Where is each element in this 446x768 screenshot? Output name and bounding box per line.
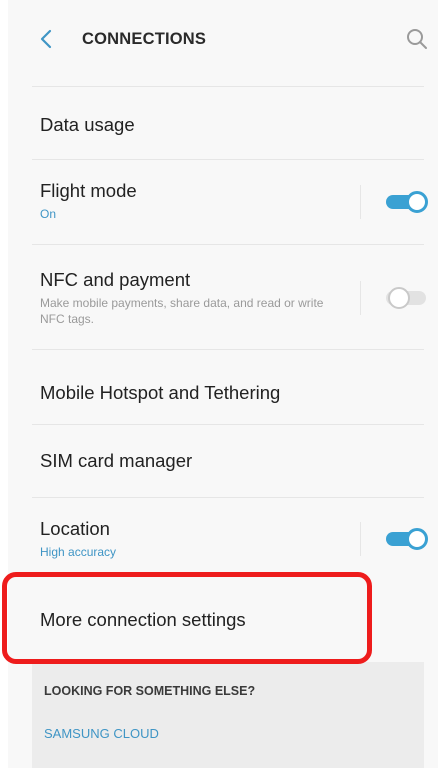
mobile-hotspot-item[interactable]: Mobile Hotspot and Tethering <box>8 350 438 424</box>
data-usage-label: Data usage <box>40 114 135 135</box>
more-connection-settings-label: More connection settings <box>40 609 246 630</box>
app-bar: CONNECTIONS <box>8 0 438 86</box>
search-icon[interactable] <box>404 26 430 52</box>
footer-heading: LOOKING FOR SOMETHING ELSE? <box>44 684 256 698</box>
toggle-knob <box>388 287 410 309</box>
nfc-payment-description: Make mobile payments, share data, and re… <box>40 296 324 326</box>
connections-screen: CONNECTIONS Data usage Flight mode On NF… <box>8 0 438 768</box>
vertical-separator <box>360 281 361 315</box>
toggle-knob <box>406 528 428 550</box>
flight-mode-item[interactable]: Flight mode On <box>8 160 438 244</box>
sim-card-manager-item[interactable]: SIM card manager <box>8 425 438 497</box>
samsung-cloud-link[interactable]: SAMSUNG CLOUD <box>44 726 159 741</box>
page-title: CONNECTIONS <box>82 30 207 48</box>
nfc-payment-label: NFC and payment <box>40 269 191 290</box>
flight-mode-toggle[interactable] <box>382 191 428 213</box>
sim-card-manager-label: SIM card manager <box>40 450 193 471</box>
nfc-payment-toggle[interactable] <box>382 287 428 309</box>
more-connection-settings-item[interactable]: More connection settings <box>8 582 438 658</box>
location-mode-status: High accuracy <box>40 545 117 559</box>
location-item[interactable]: Location High accuracy <box>8 498 438 582</box>
location-toggle[interactable] <box>382 528 428 550</box>
flight-mode-status: On <box>40 207 57 221</box>
chevron-left-icon[interactable] <box>36 28 58 50</box>
looking-for-something-else-card: LOOKING FOR SOMETHING ELSE? SAMSUNG CLOU… <box>32 662 424 768</box>
nfc-payment-item[interactable]: NFC and payment Make mobile payments, sh… <box>8 245 438 349</box>
flight-mode-label: Flight mode <box>40 180 137 201</box>
mobile-hotspot-label: Mobile Hotspot and Tethering <box>40 382 281 403</box>
data-usage-item[interactable]: Data usage <box>8 87 438 159</box>
toggle-knob <box>406 191 428 213</box>
vertical-separator <box>360 185 361 219</box>
vertical-separator <box>360 522 361 556</box>
location-label: Location <box>40 518 110 539</box>
